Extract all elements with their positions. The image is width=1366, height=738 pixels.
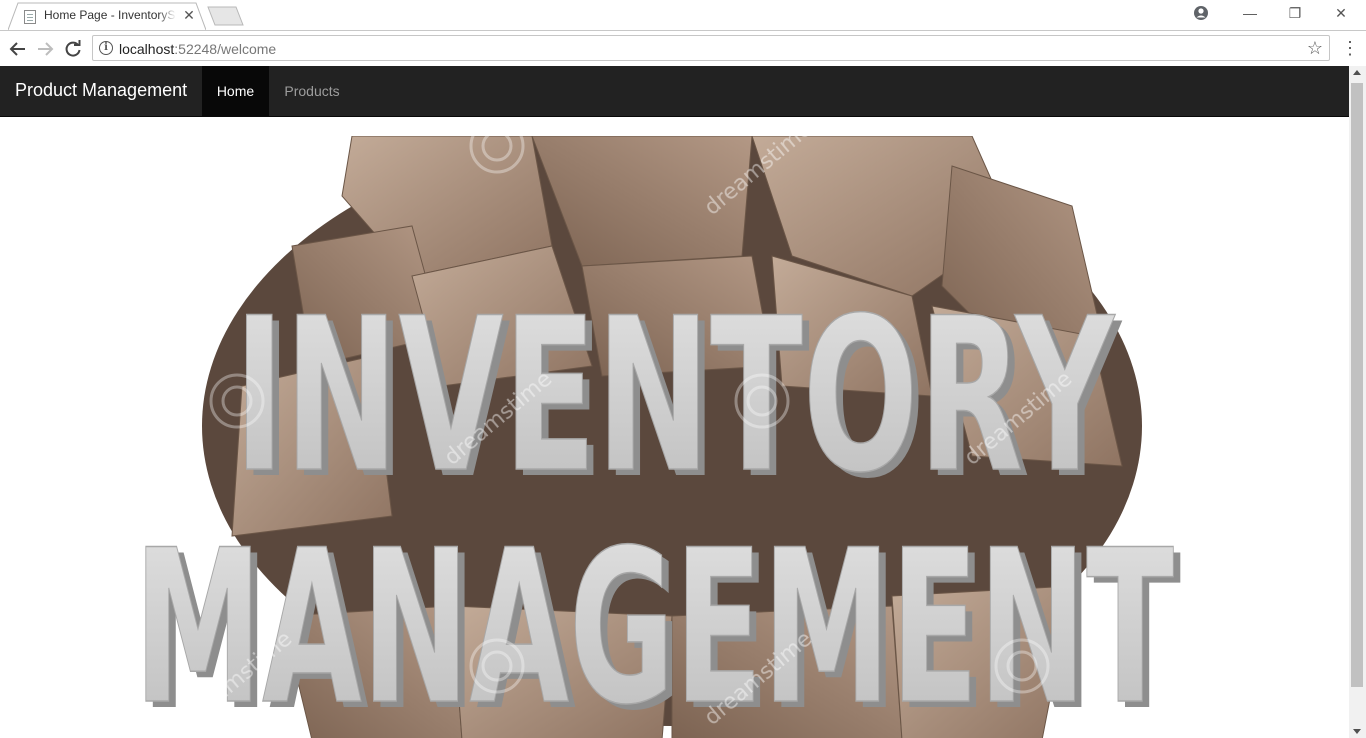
info-icon[interactable]: i bbox=[99, 41, 113, 55]
minimize-button[interactable]: — bbox=[1227, 0, 1273, 28]
tab-title: Home Page - InventorySystem bbox=[44, 8, 176, 22]
star-icon[interactable]: ☆ bbox=[1307, 37, 1323, 59]
svg-text:INVENTORY: INVENTORY bbox=[234, 272, 1116, 519]
close-window-button[interactable]: ✕ bbox=[1318, 0, 1364, 28]
forward-button[interactable] bbox=[32, 36, 58, 62]
hero-title-line2: MANAGEMENT MANAGEMENT bbox=[133, 503, 1181, 738]
svg-text:MANAGEMENT: MANAGEMENT bbox=[134, 504, 1174, 738]
url-host: localhost bbox=[119, 41, 175, 57]
page-scrollbar[interactable] bbox=[1349, 66, 1366, 738]
reload-button[interactable] bbox=[60, 36, 86, 62]
account-icon[interactable] bbox=[1178, 0, 1224, 28]
nav-item-products[interactable]: Products bbox=[270, 66, 354, 116]
reload-icon bbox=[65, 40, 81, 57]
restore-button[interactable]: ❐ bbox=[1272, 0, 1318, 28]
arrow-right-icon bbox=[38, 42, 54, 56]
arrow-left-icon bbox=[9, 42, 25, 56]
tab-close-icon[interactable]: ✕ bbox=[182, 7, 196, 23]
brand-link[interactable]: Product Management bbox=[15, 80, 187, 101]
site-navbar: Product Management Home Products bbox=[0, 66, 1349, 117]
new-tab-icon bbox=[207, 6, 244, 26]
nav-item-home[interactable]: Home bbox=[202, 66, 269, 116]
scroll-thumb[interactable] bbox=[1351, 83, 1363, 687]
browser-titlebar: Home Page - InventorySystem ✕ — ❐ ✕ bbox=[0, 0, 1366, 30]
page-icon bbox=[24, 10, 36, 24]
back-button[interactable] bbox=[5, 36, 31, 62]
hero-image: INVENTORY INVENTORY MANAGEMENT MANAGEMEN… bbox=[112, 117, 1242, 738]
page-viewport: Product Management Home Products INVENTO… bbox=[0, 66, 1349, 738]
browser-tab[interactable]: Home Page - InventorySystem ✕ bbox=[8, 2, 206, 30]
url-text[interactable]: localhost:52248/welcome bbox=[119, 41, 276, 57]
browser-toolbar: i localhost:52248/welcome ☆ ⋮ bbox=[0, 30, 1366, 66]
new-tab-button[interactable] bbox=[207, 6, 245, 31]
scroll-down-icon[interactable] bbox=[1353, 729, 1361, 734]
scroll-up-icon[interactable] bbox=[1353, 70, 1361, 75]
address-bar[interactable]: i localhost:52248/welcome ☆ bbox=[92, 35, 1330, 61]
url-path: :52248/welcome bbox=[174, 41, 277, 57]
kebab-menu-icon[interactable]: ⋮ bbox=[1340, 37, 1360, 61]
hero-title-line1: INVENTORY INVENTORY bbox=[233, 271, 1122, 525]
